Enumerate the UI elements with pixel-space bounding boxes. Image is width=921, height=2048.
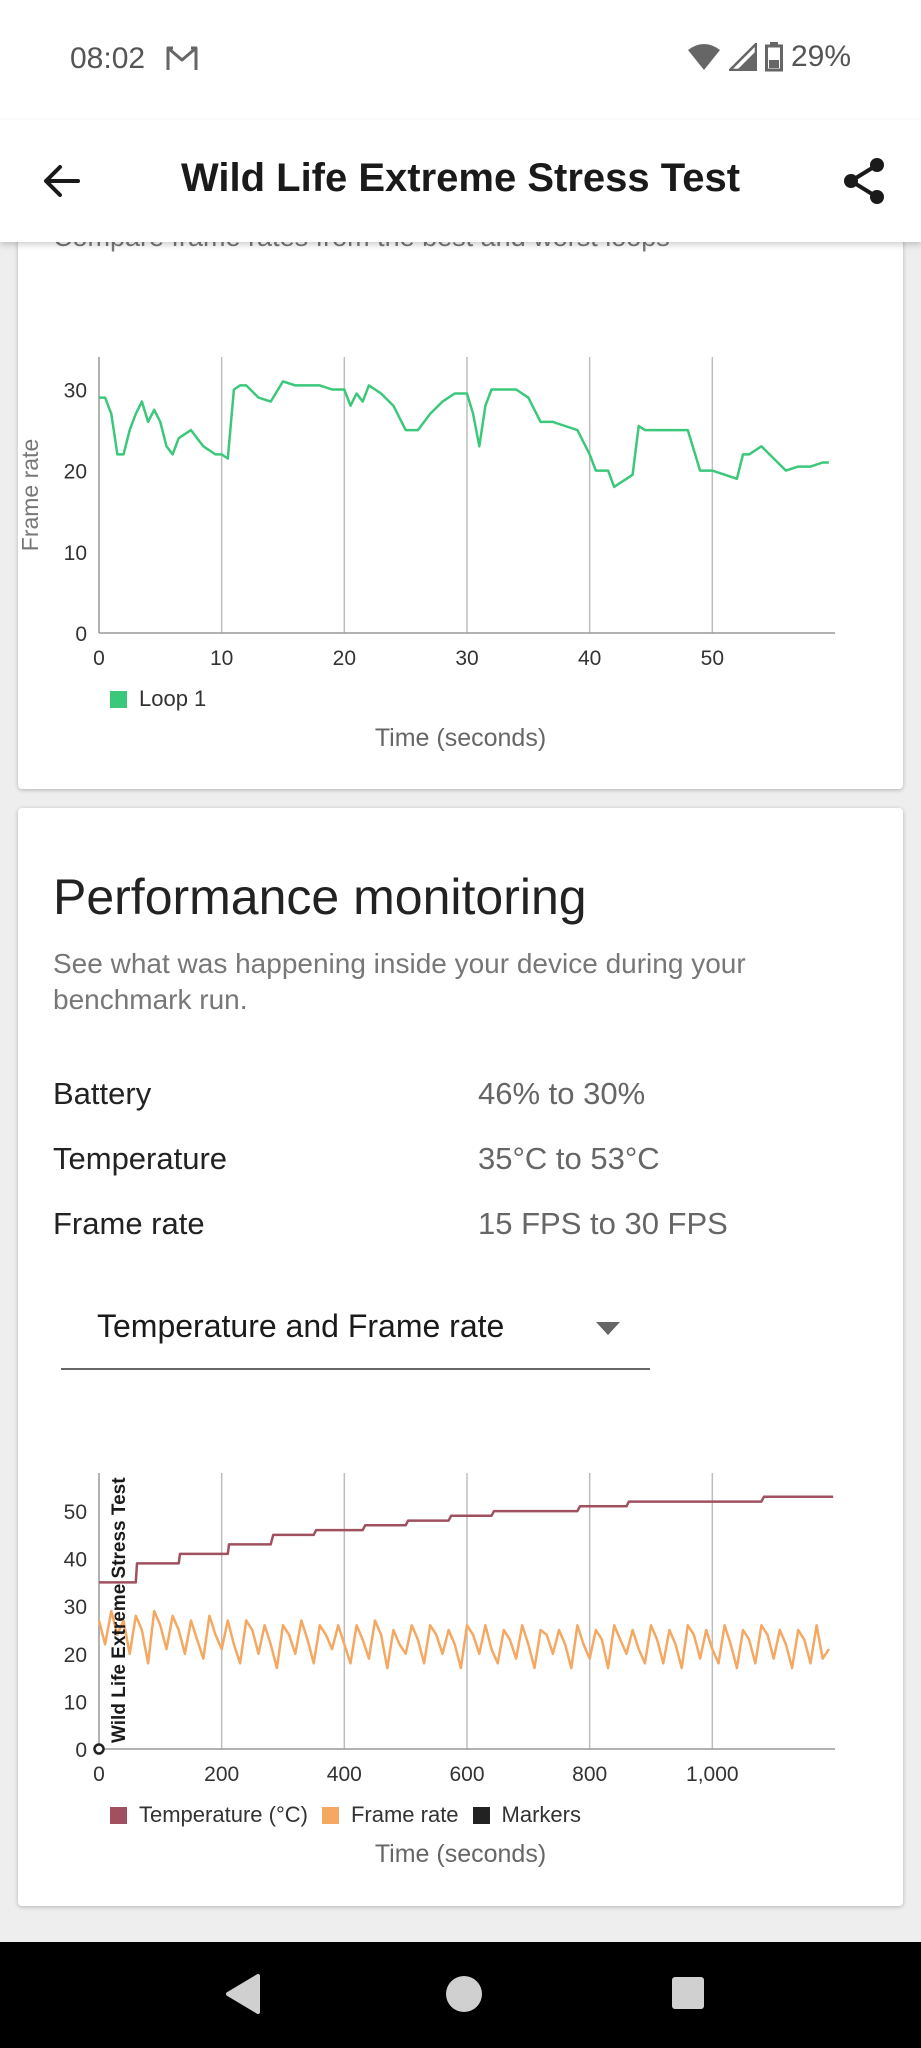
legend-swatch	[110, 1806, 127, 1824]
nav-home-icon[interactable]	[444, 1972, 484, 2016]
series-line-loop-1	[99, 380, 829, 489]
nav-back-icon[interactable]	[222, 1972, 262, 2016]
status-time: 08:02	[70, 42, 146, 75]
legend-swatch	[472, 1806, 490, 1824]
y-tick-label: 40	[64, 1549, 87, 1572]
share-icon[interactable]	[841, 156, 889, 206]
legend-label: Loop 1	[139, 686, 207, 711]
legend-swatch	[321, 1806, 339, 1824]
x-tick-label: 20	[333, 647, 356, 670]
system-nav-bar	[0, 1942, 921, 2048]
legend-item-markers[interactable]: Markers	[472, 1802, 581, 1828]
legend-label: Temperature (°C)	[139, 1802, 308, 1827]
wifi-icon	[687, 44, 720, 70]
gmail-icon	[166, 46, 198, 70]
legend-label: Markers	[501, 1802, 581, 1827]
y-tick-label: 0	[75, 1739, 87, 1762]
y-tick-label: 30	[64, 379, 87, 402]
y-tick-label: 20	[64, 461, 87, 484]
x-tick-label: 30	[455, 647, 478, 670]
x-tick-label: 400	[327, 1763, 362, 1786]
series-line-temperature-c	[99, 1495, 834, 1584]
loop-chart-card: Compare frame rates from the best and wo…	[17, 200, 903, 789]
x-tick-label: 600	[449, 1763, 484, 1786]
x-tick-label: 0	[93, 647, 105, 670]
x-axis-title: Time (seconds)	[374, 1840, 547, 1868]
x-tick-label: 40	[578, 647, 601, 670]
x-tick-label: 800	[572, 1763, 607, 1786]
status-bar: 08:02 29%	[0, 0, 921, 120]
cell-signal-icon	[728, 43, 757, 71]
status-indicators: 29%	[687, 40, 851, 74]
nav-recents-icon[interactable]	[670, 1974, 706, 2014]
battery-percent: 29%	[790, 40, 851, 73]
performance-card: Performance monitoring See what was happ…	[18, 808, 903, 1906]
y-tick-label: 20	[64, 1644, 87, 1667]
legend-swatch	[110, 690, 127, 708]
chart-legend: Loop 1	[110, 686, 220, 712]
series-line-frame-rate	[97, 1609, 830, 1670]
y-axis-title: Frame rate	[17, 439, 43, 551]
legend-item-loop-1[interactable]: Loop 1	[110, 686, 206, 712]
x-tick-label: 1,000	[686, 1763, 739, 1786]
page-title: Wild Life Extreme Stress Test	[180, 156, 741, 200]
y-tick-label: 10	[64, 542, 87, 565]
marker-annotation: Wild Life Extreme Stress Test	[109, 1477, 130, 1743]
x-tick-label: 50	[701, 647, 724, 670]
battery-icon	[764, 42, 783, 72]
marker-point	[93, 1743, 105, 1755]
y-tick-label: 10	[64, 1691, 87, 1714]
temperature-frame-rate-chart: 0 200 400 600 800 1,000 0 10 20 30 40 50 Wild Life E…	[64, 1473, 835, 1786]
y-tick-label: 0	[75, 623, 87, 646]
x-tick-label: 200	[204, 1763, 239, 1786]
y-tick-label: 50	[64, 1501, 87, 1524]
legend-label: Frame rate	[350, 1802, 459, 1827]
app-bar: Wild Life Extreme Stress Test	[0, 120, 921, 242]
x-axis-title: Time (seconds)	[374, 724, 547, 752]
y-tick-label: 30	[64, 1596, 87, 1619]
x-tick-label: 0	[93, 1763, 105, 1786]
legend-item-temperature[interactable]: Temperature (°C)	[110, 1802, 308, 1828]
x-tick-label: 10	[210, 647, 233, 670]
chart-legend: Temperature (°C) Frame rate Markers	[110, 1802, 595, 1828]
legend-item-frame-rate[interactable]: Frame rate	[321, 1802, 459, 1828]
